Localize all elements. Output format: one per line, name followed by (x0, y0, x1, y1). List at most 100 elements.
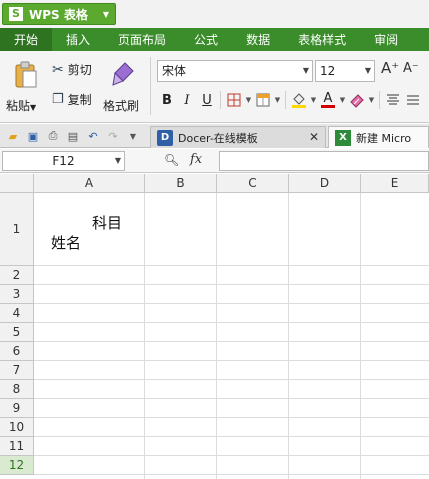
tab-page-layout[interactable]: 页面布局 (104, 28, 180, 51)
doc-tab-label: Docer-在线模板 (178, 131, 258, 145)
bold-button[interactable]: B (157, 90, 177, 110)
fill-color-dropdown[interactable]: ▼ (309, 90, 318, 110)
borders-dropdown[interactable]: ▼ (244, 90, 253, 110)
gridline (34, 360, 429, 361)
font-color-dropdown[interactable]: ▼ (338, 90, 347, 110)
select-all-corner[interactable] (0, 174, 34, 193)
column-header-c[interactable]: C (217, 174, 289, 193)
row-header-2[interactable]: 2 (0, 266, 34, 285)
font-name-value: 宋体 (162, 64, 187, 78)
open-folder-icon[interactable]: ▰ (4, 128, 22, 144)
tab-formulas[interactable]: 公式 (180, 28, 232, 51)
font-color-button[interactable]: A (318, 90, 338, 110)
format-toolbar: B I U ▼ ▼ ▼ A ▼ ▼ (157, 89, 423, 111)
gridline (216, 193, 217, 479)
doc-tab-docer[interactable]: D Docer-在线模板 ✕ (150, 126, 326, 148)
doc-tab-new-workbook[interactable]: X 新建 Micro (328, 126, 429, 148)
zoom-search-icon[interactable]: 🔍︎ (164, 153, 179, 167)
clear-format-button[interactable] (347, 90, 367, 110)
eraser-icon (350, 94, 364, 108)
undo-icon[interactable]: ↶ (84, 128, 102, 144)
row-header-5[interactable]: 5 (0, 323, 34, 342)
tab-review[interactable]: 审阅 (360, 28, 412, 51)
gridline (34, 284, 429, 285)
scissors-icon: ✂ (52, 61, 64, 78)
underline-button[interactable]: U (197, 90, 217, 110)
row-header-1[interactable]: 1 (0, 193, 34, 266)
cell-style-button[interactable] (253, 90, 273, 110)
row-header-3[interactable]: 3 (0, 285, 34, 304)
row-header-11[interactable]: 11 (0, 437, 34, 456)
paste-label: 粘贴▼ (6, 99, 37, 113)
fill-color-button[interactable] (289, 90, 309, 110)
format-painter-button[interactable]: 格式刷 (103, 57, 141, 113)
copy-icon: ❐ (52, 92, 64, 107)
row-header-9[interactable]: 9 (0, 399, 34, 418)
align-top-button[interactable] (383, 90, 403, 110)
gridline (34, 455, 429, 456)
row-header-10[interactable]: 10 (0, 418, 34, 437)
insert-function-button[interactable]: fx (190, 152, 202, 167)
cell-style-icon (256, 93, 270, 107)
paste-button[interactable]: 粘贴▼ (6, 57, 46, 113)
row-header-6[interactable]: 6 (0, 342, 34, 361)
toolbar-divider (285, 91, 286, 109)
gridline (34, 303, 429, 304)
grow-font-button[interactable]: A⁺ (381, 59, 399, 77)
cut-button[interactable]: ✂ 剪切 (52, 61, 92, 78)
column-header-d[interactable]: D (289, 174, 361, 193)
gridline (144, 193, 145, 479)
tab-insert[interactable]: 插入 (52, 28, 104, 51)
paste-icon (15, 61, 37, 88)
borders-button[interactable] (224, 90, 244, 110)
document-tab-bar: ▰ ▣ ⎙ ▤ ↶ ↷ ▼ D Docer-在线模板 ✕ X 新建 Micro (0, 124, 429, 148)
customize-dropdown-icon[interactable]: ▼ (124, 128, 142, 144)
font-size-select[interactable]: 12 ▼ (315, 60, 375, 82)
borders-icon (227, 93, 241, 107)
wps-logo-icon: S (9, 7, 23, 21)
save-icon[interactable]: ▣ (24, 128, 42, 144)
chevron-down-icon: ▼ (102, 9, 109, 19)
cell-style-dropdown[interactable]: ▼ (273, 90, 282, 110)
fill-bucket-icon (292, 93, 306, 108)
copy-button[interactable]: ❐ 复制 (52, 91, 92, 108)
font-name-select[interactable]: 宋体 ▼ (157, 60, 313, 82)
gridline (34, 436, 429, 437)
format-painter-icon (112, 62, 134, 86)
gridline (360, 193, 361, 479)
print-preview-icon[interactable]: ▤ (64, 128, 82, 144)
formula-input[interactable] (219, 151, 429, 171)
tab-data[interactable]: 数据 (232, 28, 284, 51)
gridline (34, 417, 429, 418)
align-lines-icon (407, 95, 419, 105)
align-lines-icon (387, 94, 399, 105)
cut-label: 剪切 (67, 63, 92, 77)
menu-bar: 开始 插入 页面布局 公式 数据 表格样式 审阅 (0, 28, 429, 51)
row-header-7[interactable]: 7 (0, 361, 34, 380)
cell-a1-name: 姓名 (51, 234, 82, 252)
row-header-8[interactable]: 8 (0, 380, 34, 399)
spreadsheet-grid[interactable]: A B C D E 1 2 3 4 5 6 7 8 9 10 11 12 科目 … (0, 174, 429, 479)
name-box[interactable]: F12 ▼ (2, 151, 125, 171)
chevron-down-icon: ▼ (302, 66, 309, 75)
font-color-swatch (321, 104, 335, 108)
docer-icon: D (157, 129, 173, 146)
row-header-4[interactable]: 4 (0, 304, 34, 323)
column-header-b[interactable]: B (145, 174, 217, 193)
tab-table-styles[interactable]: 表格样式 (284, 28, 360, 51)
close-icon[interactable]: ✕ (309, 130, 319, 144)
redo-icon[interactable]: ↷ (104, 128, 122, 144)
clear-format-dropdown[interactable]: ▼ (367, 90, 376, 110)
align-middle-button[interactable] (403, 90, 423, 110)
tab-home[interactable]: 开始 (0, 28, 53, 51)
italic-button[interactable]: I (177, 90, 197, 110)
shrink-font-button[interactable]: A⁻ (403, 61, 419, 76)
title-bar: S WPS 表格 ▼ (0, 0, 429, 28)
chevron-down-icon: ▼ (364, 66, 371, 75)
app-menu-button[interactable]: S WPS 表格 ▼ (2, 3, 116, 25)
font-size-value: 12 (320, 64, 336, 78)
column-header-a[interactable]: A (34, 174, 145, 193)
print-icon[interactable]: ⎙ (44, 128, 62, 144)
column-header-e[interactable]: E (361, 174, 429, 193)
row-header-12[interactable]: 12 (0, 456, 34, 475)
